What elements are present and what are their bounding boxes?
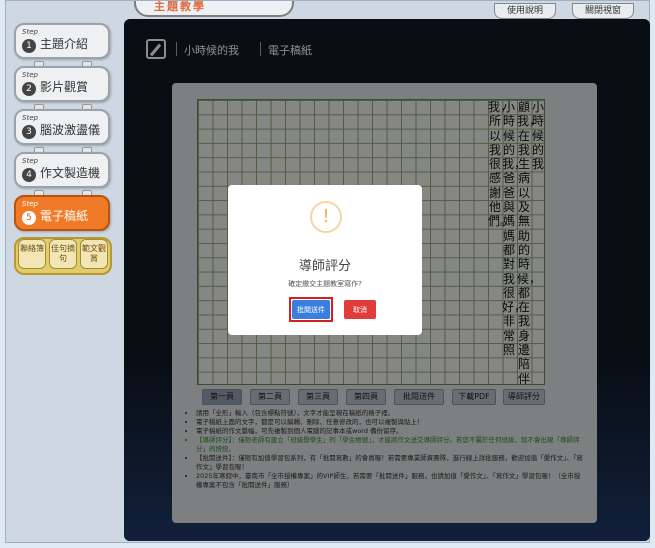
good-sentences-button[interactable]: 佳句摘句 bbox=[49, 239, 77, 269]
step-4-button[interactable]: Step 4 作文製造機 bbox=[14, 152, 110, 188]
step-5-button[interactable]: Step 5 電子稿紙 bbox=[14, 195, 110, 231]
dialog-message: 確定繳交主題教室寫作? bbox=[288, 280, 362, 288]
logo-banner: 主題教學 bbox=[134, 0, 294, 17]
cancel-button[interactable]: 取消 bbox=[344, 300, 376, 319]
logo-text: 主題教學 bbox=[154, 0, 206, 13]
dialog-title: 導師評分 bbox=[298, 259, 351, 274]
step-number: 2 bbox=[22, 82, 36, 96]
step-label: 腦波激盪儀 bbox=[40, 123, 101, 137]
confirm-dialog: ! 導師評分 確定繳交主題教室寫作? 批閱送件 取消 bbox=[228, 185, 422, 335]
step-label: 影片觀賞 bbox=[40, 80, 89, 94]
step-number: 3 bbox=[22, 125, 36, 139]
exclamation-icon: ! bbox=[310, 201, 342, 233]
step-1-button[interactable]: Step 1 主題介紹 bbox=[14, 23, 110, 59]
contact-book-button[interactable]: 聯絡簿 bbox=[18, 239, 46, 269]
mini-tools-bar: 聯絡簿 佳句摘句 範文觀賞 bbox=[14, 237, 112, 275]
step-2-button[interactable]: Step 2 影片觀賞 bbox=[14, 66, 110, 102]
help-button[interactable]: 使用說明 bbox=[494, 3, 556, 19]
step-3-button[interactable]: Step 3 腦波激盪儀 bbox=[14, 109, 110, 145]
confirm-submit-button[interactable]: 批閱送件 bbox=[292, 300, 330, 319]
step-number: 4 bbox=[22, 168, 36, 182]
step-number: 5 bbox=[22, 211, 36, 225]
close-window-button[interactable]: 關閉視窗 bbox=[572, 3, 634, 19]
step-label: 主題介紹 bbox=[40, 37, 89, 51]
sample-essays-button[interactable]: 範文觀賞 bbox=[80, 239, 108, 269]
step-number: 1 bbox=[22, 39, 36, 53]
step-label: 作文製造機 bbox=[40, 166, 101, 180]
step-label: 電子稿紙 bbox=[40, 209, 89, 223]
app-frame: 主題教學 使用說明 關閉視窗 Step 1 主題介紹 Step 2 影片觀賞 S… bbox=[5, 0, 650, 543]
